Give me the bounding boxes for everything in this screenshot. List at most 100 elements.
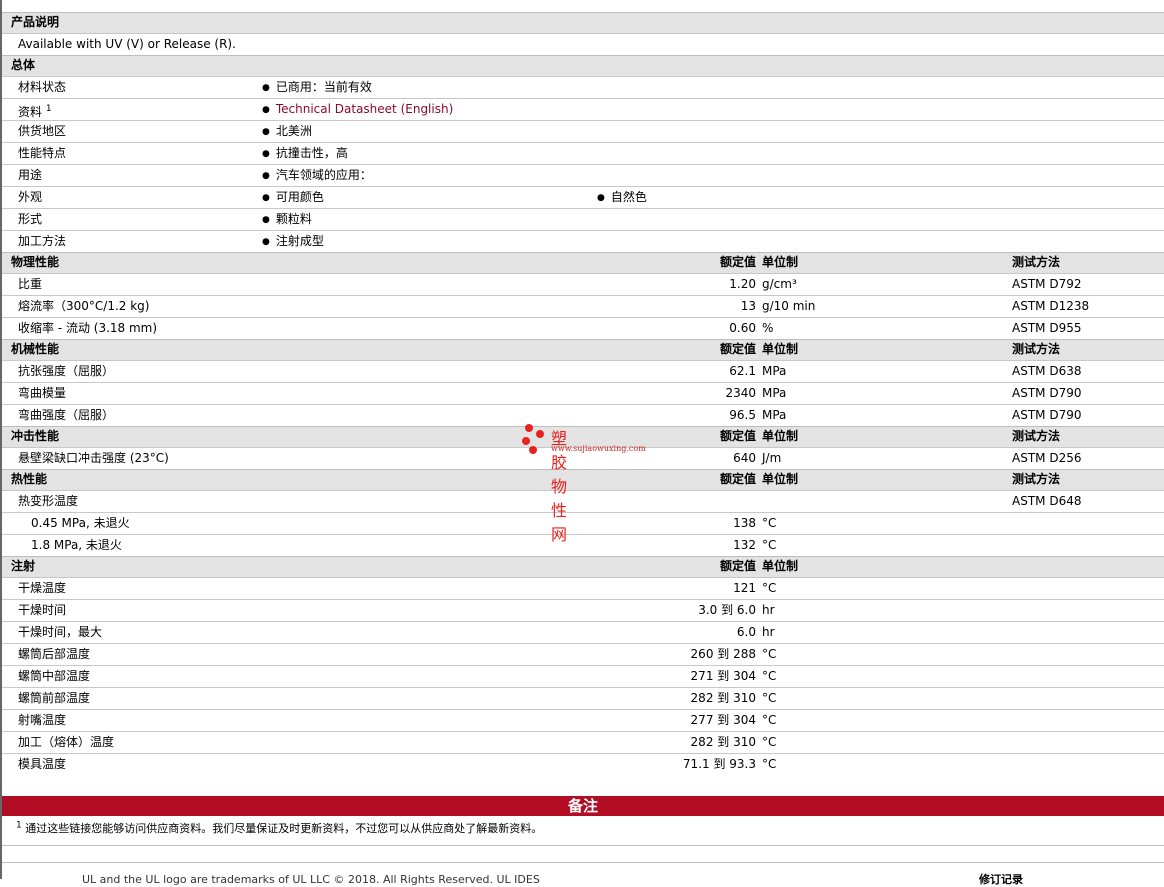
nominal-value: 640	[733, 451, 756, 465]
watermark-url: www.sujiaowuxing.com	[551, 444, 646, 453]
table-row: 干燥时间，最大 6.0 hr	[2, 621, 1164, 643]
revision-history-link[interactable]: 修订记录	[979, 871, 1023, 887]
table-row: 抗张强度（屈服） 62.1 MPa ASTM D638	[2, 360, 1164, 382]
watermark-logo: 塑胶物性网 www.sujiaowuxing.com	[521, 423, 646, 544]
test-method: ASTM D1238	[1012, 299, 1090, 313]
section-header: 机械性能 额定值 单位制 测试方法	[2, 339, 1164, 360]
header-test-method: 测试方法	[1012, 429, 1061, 443]
property-label: 干燥时间，最大	[18, 622, 102, 643]
table-row: 资料 1 Technical Datasheet (English)	[2, 98, 1164, 120]
table-row: 弯曲强度（屈服） 96.5 MPa ASTM D790	[2, 404, 1164, 426]
test-method: ASTM D256	[1012, 451, 1082, 465]
nominal-value: 1.20	[729, 277, 756, 291]
table-row: 加工（熔体）温度 282 到 310 °C	[2, 731, 1164, 753]
property-label: 模具温度	[18, 754, 66, 775]
bullet-value: 可用颜色	[262, 187, 324, 210]
property-label: 加工（熔体）温度	[18, 732, 114, 753]
property-label: 弯曲模量	[18, 383, 66, 404]
unit: °C	[762, 691, 777, 705]
property-name: 模具温度	[18, 757, 67, 771]
property-label: 干燥时间	[18, 600, 66, 621]
header-unit: 单位制	[762, 342, 799, 356]
dots-icon	[522, 424, 544, 454]
test-method: ASTM D790	[1012, 386, 1082, 400]
bullet-text: 汽车领域的应用：	[275, 168, 372, 182]
property-label: 悬壁梁缺口冲击强度 (23°C)	[18, 448, 169, 469]
unit: J/m	[762, 451, 782, 465]
unit: hr	[762, 625, 775, 639]
header-test-method: 测试方法	[1012, 472, 1061, 486]
property-label: 螺筒前部温度	[18, 688, 90, 709]
property-label: 熔流率（300°C/1.2 kg)	[18, 296, 149, 317]
property-label: 螺筒后部温度	[18, 644, 90, 665]
bullet-value: 北美洲	[262, 121, 312, 144]
unit: °C	[762, 538, 777, 552]
property-name: 加工方法	[18, 234, 67, 248]
section-header: 产品说明	[2, 12, 1164, 33]
property-name: 热变形温度	[18, 494, 79, 508]
notes-header: 备注	[2, 796, 1164, 816]
unit: °C	[762, 581, 777, 595]
nominal-value: 260 到 288	[690, 647, 756, 661]
nominal-value: 282 到 310	[690, 735, 756, 749]
nominal-value: 6.0	[736, 625, 756, 639]
property-name: 材料状态	[18, 80, 67, 94]
header-nominal-value: 额定值	[719, 559, 756, 573]
header-nominal-value: 额定值	[719, 472, 756, 486]
property-name: 用途	[18, 168, 43, 182]
property-name: 螺筒中部温度	[18, 669, 91, 683]
table-row: 性能特点 抗撞击性，高	[2, 142, 1164, 164]
property-name: 收缩率 - 流动 (3.18 mm)	[18, 321, 158, 335]
table-row: 加工方法 注射成型	[2, 230, 1164, 252]
table-row: 收缩率 - 流动 (3.18 mm) 0.60% ASTM D955	[2, 317, 1164, 339]
header-nominal-value: 额定值	[719, 429, 756, 443]
property-name: 干燥时间	[18, 603, 67, 617]
property-name: 熔流率（300°C/1.2 kg)	[18, 299, 150, 313]
bullet-value: 抗撞击性，高	[262, 143, 348, 166]
bullet-value: 汽车领域的应用：	[262, 165, 372, 188]
property-name: 射嘴温度	[18, 713, 67, 727]
property-label: 加工方法	[18, 231, 66, 252]
test-method: ASTM D790	[1012, 408, 1082, 422]
property-label: 0.45 MPa, 未退火	[31, 513, 130, 534]
table-row: 形式 颗粒料	[2, 208, 1164, 230]
unit: °C	[762, 516, 777, 530]
header-unit: 单位制	[762, 472, 799, 486]
unit: °C	[762, 757, 777, 771]
table-row: 螺筒中部温度 271 到 304 °C	[2, 665, 1164, 687]
datasheet-link[interactable]: Technical Datasheet (English)	[276, 102, 453, 116]
property-label: 螺筒中部温度	[18, 666, 90, 687]
test-method: ASTM D792	[1012, 277, 1082, 291]
section-title: 注射	[11, 559, 36, 573]
nominal-value: 0.60	[729, 321, 756, 335]
property-name: 加工（熔体）温度	[18, 735, 115, 749]
header-test-method: 测试方法	[1012, 255, 1061, 269]
bullet-text: 抗撞击性，高	[275, 146, 348, 160]
unit: %	[762, 321, 774, 335]
bullet-value: 注射成型	[262, 231, 324, 254]
nominal-value: 121	[733, 581, 756, 595]
property-name: 比重	[18, 277, 43, 291]
bullet-value: 颗粒料	[262, 209, 312, 232]
bullet-text: 注射成型	[275, 234, 324, 248]
unit: °C	[762, 735, 777, 749]
unit: g/cm³	[762, 277, 797, 291]
property-label: 比重	[18, 274, 42, 295]
datasheet: 产品说明 Available with UV (V) or Release (R)…	[0, 0, 1164, 886]
table-row: 熔流率（300°C/1.2 kg) 13 g/10 min ASTM D1238	[2, 295, 1164, 317]
table-row: 用途 汽车领域的应用：	[2, 164, 1164, 186]
property-label: 射嘴温度	[18, 710, 66, 731]
property-name: 形式	[18, 212, 43, 226]
property-label: 干燥温度	[18, 578, 66, 599]
footnote-text: 通过这些链接您能够访问供应商资料。我们尽量保证及时更新资料，不过您可以从供应商处…	[25, 822, 543, 835]
footnote-ref: 1	[45, 104, 52, 114]
property-label: 材料状态	[18, 77, 66, 98]
property-label: 1.8 MPa, 未退火	[31, 535, 122, 556]
table-row: 模具温度 71.1 到 93.3 °C	[2, 753, 1164, 775]
header-unit: 单位制	[762, 429, 799, 443]
property-name: 悬壁梁缺口冲击强度 (23°C)	[18, 451, 169, 465]
property-name: 1.8 MPa, 未退火	[31, 538, 122, 552]
nominal-value: 277 到 304	[690, 713, 756, 727]
table-row: 1.8 MPa, 未退火 132 °C	[2, 534, 1164, 556]
section-title: 产品说明	[11, 15, 60, 29]
